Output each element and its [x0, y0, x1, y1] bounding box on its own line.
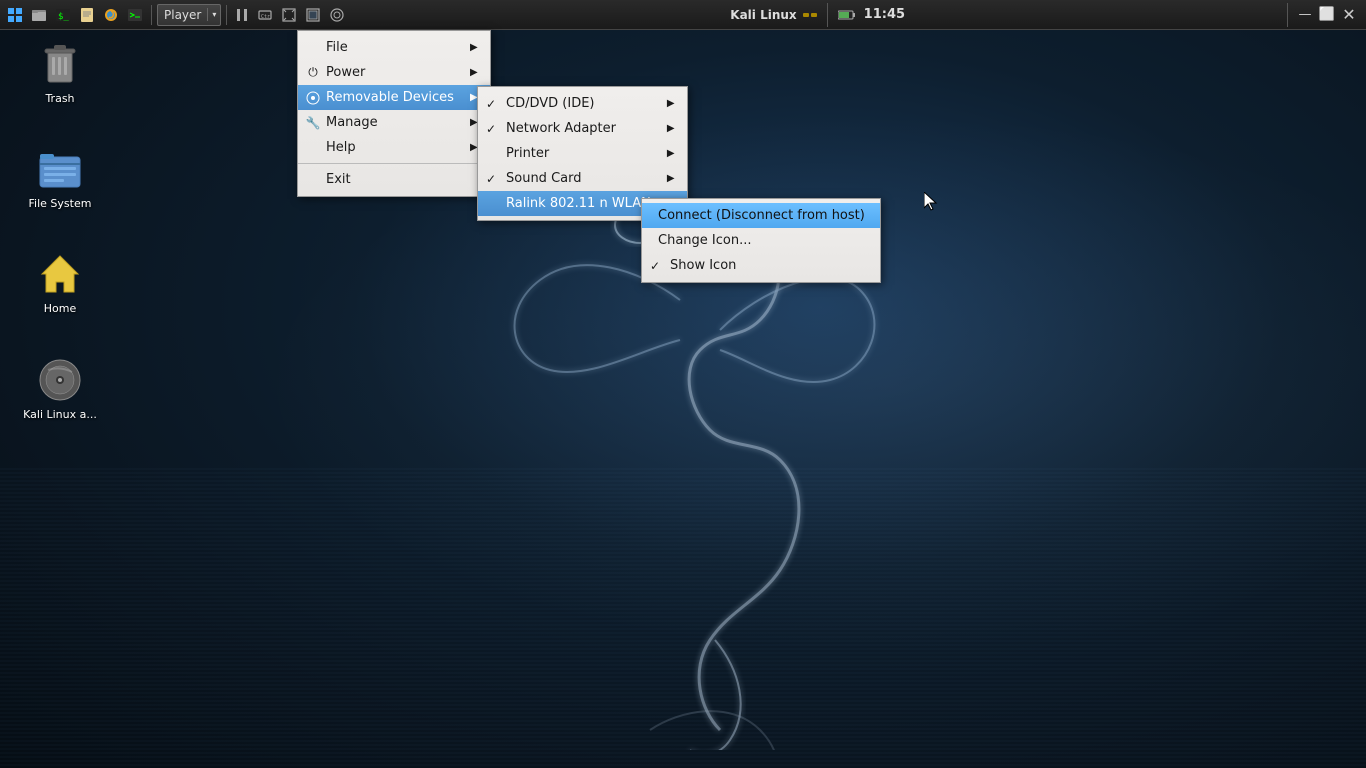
main-menu: File ▶ ⏻ Power ▶ Removable Devices ▶ 🔧 M… [297, 30, 491, 197]
menu-item-removable[interactable]: Removable Devices ▶ [298, 85, 490, 110]
network-check-icon: ✓ [486, 122, 496, 136]
filesystem-icon[interactable]: File System [20, 145, 100, 210]
kali-label: Kali Linux a... [23, 408, 97, 421]
app-menu-icon[interactable] [4, 4, 26, 26]
editor-icon[interactable] [76, 4, 98, 26]
menu-item-soundcard[interactable]: ✓ Sound Card ▶ [478, 166, 687, 191]
unity-button[interactable] [326, 6, 348, 24]
cddvd-label: CD/DVD (IDE) [506, 96, 595, 111]
soundcard-check-icon: ✓ [486, 172, 496, 186]
home-icon[interactable]: Home [20, 250, 100, 315]
connect-menu: Connect (Disconnect from host) Change Ic… [641, 198, 881, 283]
kali-disc-image [36, 356, 84, 404]
menu-item-power[interactable]: ⏻ Power ▶ [298, 60, 490, 85]
file-label: File [326, 40, 348, 55]
trash-icon[interactable]: Trash [20, 40, 100, 105]
fit-guest-button[interactable] [278, 6, 300, 24]
minimize-button[interactable]: — [1296, 6, 1314, 24]
removable-icon [304, 89, 322, 107]
home-icon-image [36, 250, 84, 298]
connect-label: Connect (Disconnect from host) [658, 208, 865, 223]
restore-button[interactable]: ⬜ [1318, 6, 1336, 24]
filesystem-label: File System [29, 197, 92, 210]
firefox-icon[interactable] [100, 4, 122, 26]
exit-label: Exit [326, 172, 351, 187]
ralink-connect-menu: Connect (Disconnect from host) Change Ic… [641, 198, 881, 283]
file-arrow-icon: ▶ [454, 42, 478, 53]
menu-separator-1 [298, 163, 490, 164]
desktop-icons-area: Trash File System [20, 40, 100, 421]
removable-label: Removable Devices [326, 90, 454, 105]
terminal-icon[interactable]: $_ [52, 4, 74, 26]
menu-item-file[interactable]: File ▶ [298, 35, 490, 60]
manage-arrow-icon: ▶ [454, 117, 478, 128]
window-controls: — ⬜ ✕ [1283, 3, 1366, 27]
help-label: Help [326, 140, 356, 155]
ralink-label: Ralink 802.11 n WLAN [506, 196, 651, 211]
player-arrow-icon[interactable]: ▾ [207, 8, 220, 21]
cddvd-arrow-icon: ▶ [651, 98, 675, 109]
menu-item-network[interactable]: ✓ Network Adapter ▶ [478, 116, 687, 141]
menu-item-show-icon[interactable]: ✓ Show Icon [642, 253, 880, 278]
close-button[interactable]: ✕ [1340, 6, 1358, 24]
power-icon: ⏻ [304, 64, 322, 82]
change-icon-label: Change Icon... [658, 233, 751, 248]
removable-arrow-icon: ▶ [454, 92, 478, 103]
desktop: $_ Player ▾ Ctr [0, 0, 1366, 768]
manage-label: Manage [326, 115, 378, 130]
network-arrow-icon: ▶ [651, 123, 675, 134]
send-key-button[interactable]: Ctr [254, 6, 276, 24]
show-icon-check: ✓ [650, 259, 660, 273]
taskbar-center: Kali Linux 11:45 [352, 3, 1283, 27]
svg-text:$_: $_ [58, 12, 69, 22]
home-label: Home [44, 302, 76, 315]
ctrl-divider [1287, 3, 1288, 27]
help-arrow-icon: ▶ [454, 142, 478, 153]
player-label: Player [158, 6, 207, 24]
taskbar-left: $_ Player ▾ Ctr [0, 4, 352, 26]
fullscreen-button[interactable] [302, 6, 324, 24]
player-dropdown[interactable]: Player ▾ [157, 4, 221, 26]
printer-label: Printer [506, 146, 549, 161]
menu-item-change-icon[interactable]: Change Icon... [642, 228, 880, 253]
power-arrow-icon: ▶ [454, 67, 478, 78]
status-dot-2 [811, 13, 817, 17]
menu-item-exit[interactable]: Exit [298, 167, 490, 192]
menu-item-printer[interactable]: Printer ▶ [478, 141, 687, 166]
vm-divider [827, 3, 828, 27]
sound-card-label: Sound Card [506, 171, 581, 186]
vm-name: Kali Linux [730, 8, 796, 22]
vm-name-area: Kali Linux 11:45 [730, 3, 905, 27]
time-display: 11:45 [864, 7, 905, 22]
removable-devices-menu: ✓ CD/DVD (IDE) ▶ ✓ Network Adapter ▶ Pri… [477, 86, 688, 221]
files-icon[interactable] [28, 4, 50, 26]
shell-icon[interactable] [124, 4, 146, 26]
menu-item-help[interactable]: Help ▶ [298, 135, 490, 160]
status-area: 11:45 [838, 7, 905, 22]
manage-icon: 🔧 [304, 114, 322, 132]
show-icon-label: Show Icon [670, 258, 736, 273]
printer-arrow-icon: ▶ [651, 148, 675, 159]
separator-1 [151, 5, 152, 25]
cddvd-check-icon: ✓ [486, 97, 496, 111]
vm-status-indicator [803, 13, 817, 17]
separator-2 [226, 5, 227, 25]
taskbar: $_ Player ▾ Ctr [0, 0, 1366, 30]
static-overlay [0, 468, 1366, 768]
player-menu: File ▶ ⏻ Power ▶ Removable Devices ▶ 🔧 M… [297, 30, 491, 197]
svg-text:Ctr: Ctr [261, 14, 270, 20]
pause-button[interactable] [232, 6, 252, 24]
soundcard-arrow-icon: ▶ [651, 173, 675, 184]
menu-item-manage[interactable]: 🔧 Manage ▶ [298, 110, 490, 135]
filesystem-icon-image [36, 145, 84, 193]
menu-item-cddvd[interactable]: ✓ CD/DVD (IDE) ▶ [478, 91, 687, 116]
network-adapter-label: Network Adapter [506, 121, 616, 136]
trash-label: Trash [45, 92, 74, 105]
power-label: Power [326, 65, 365, 80]
battery-icon [838, 9, 856, 21]
kali-disc-icon[interactable]: Kali Linux a... [20, 356, 100, 421]
trash-icon-image [36, 40, 84, 88]
status-dot-1 [803, 13, 809, 17]
menu-item-connect[interactable]: Connect (Disconnect from host) [642, 203, 880, 228]
